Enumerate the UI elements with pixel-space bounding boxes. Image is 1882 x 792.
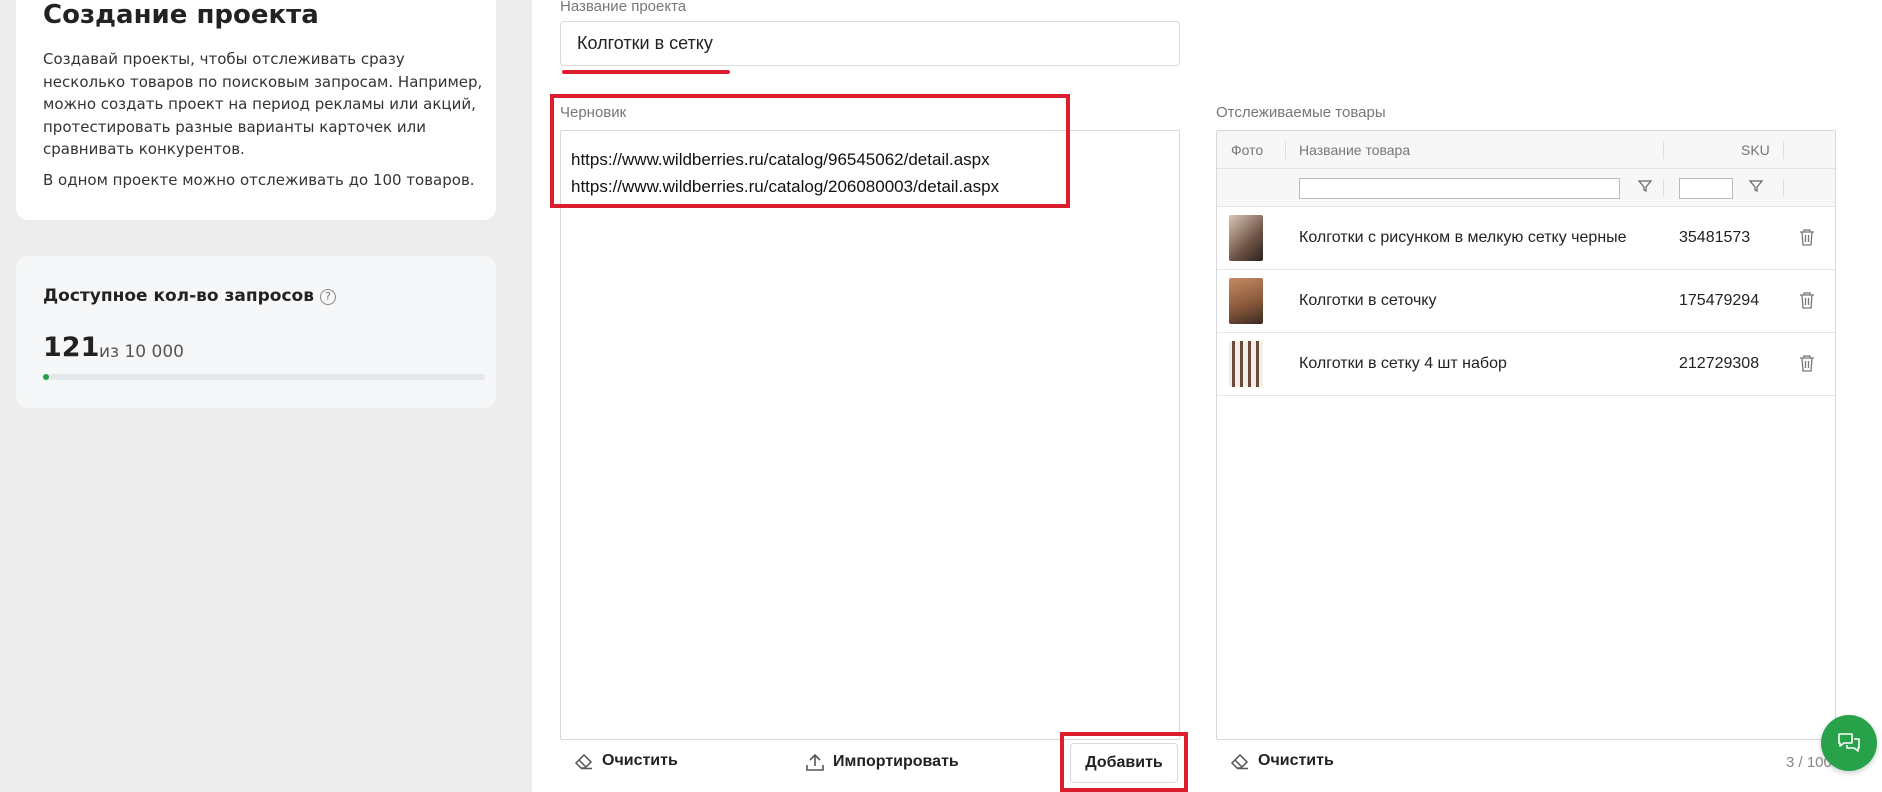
chat-icon bbox=[1838, 733, 1860, 752]
info-description: Создавай проекты, чтобы отслеживать сраз… bbox=[43, 50, 483, 158]
chat-button[interactable] bbox=[1821, 715, 1877, 771]
quota-title-text: Доступное кол-во запросов bbox=[43, 286, 314, 306]
filter-icon[interactable] bbox=[1638, 179, 1652, 193]
product-photo bbox=[1229, 278, 1263, 324]
table-row[interactable]: Колготки в сетку 4 шт набор 212729308 bbox=[1217, 333, 1835, 396]
upload-icon bbox=[806, 753, 824, 771]
eraser-icon bbox=[574, 753, 593, 770]
quota-progress-fill bbox=[43, 374, 49, 380]
col-name[interactable]: Название товара bbox=[1299, 142, 1410, 158]
tracked-clear-button[interactable]: Очистить bbox=[1230, 752, 1334, 770]
trash-icon[interactable] bbox=[1799, 291, 1815, 309]
filter-icon[interactable] bbox=[1749, 179, 1763, 193]
product-sku: 212729308 bbox=[1679, 355, 1760, 372]
project-name-input[interactable] bbox=[560, 21, 1180, 66]
name-filter-input[interactable] bbox=[1299, 178, 1620, 199]
project-name-label: Название проекта bbox=[560, 0, 687, 15]
info-card: Создание проекта Создавай проекты, чтобы… bbox=[16, 0, 496, 220]
product-name: Колготки с рисунком в мелкую сетку черны… bbox=[1299, 229, 1627, 246]
eraser-icon bbox=[1230, 753, 1249, 770]
draft-clear-button[interactable]: Очистить bbox=[574, 752, 678, 770]
sku-filter-input[interactable] bbox=[1679, 178, 1733, 199]
product-sku: 35481573 bbox=[1679, 229, 1751, 246]
product-photo bbox=[1229, 341, 1263, 387]
quota-used: 121 bbox=[43, 332, 100, 363]
table-header: Фото Название товара SKU bbox=[1217, 131, 1835, 169]
annotation-highlight-box bbox=[550, 94, 1070, 208]
col-sku[interactable]: SKU bbox=[1741, 142, 1770, 158]
table-row[interactable]: Колготки в сеточку 175479294 bbox=[1217, 270, 1835, 333]
annotation-highlight-box bbox=[1060, 732, 1188, 792]
import-button[interactable]: Импортировать bbox=[805, 752, 959, 772]
page-title: Создание проекта bbox=[43, 0, 319, 30]
filter-row bbox=[1217, 169, 1835, 207]
limit-note: В одном проекте можно отслеживать до 100… bbox=[43, 171, 475, 189]
draft-textarea[interactable]: https://www.wildberries.ru/catalog/96545… bbox=[560, 130, 1180, 740]
quota-progress-bar bbox=[43, 374, 485, 380]
product-name: Колготки в сеточку bbox=[1299, 292, 1437, 309]
quota-card: Доступное кол-во запросов? 121 из 10 000 bbox=[16, 256, 496, 408]
help-icon[interactable]: ? bbox=[320, 289, 336, 305]
quota-title: Доступное кол-во запросов? bbox=[43, 286, 336, 306]
import-label: Импортировать bbox=[833, 753, 959, 770]
annotation-underline bbox=[562, 70, 730, 74]
tracked-table: Фото Название товара SKU Колготки с рису… bbox=[1216, 130, 1836, 740]
tracked-clear-label: Очистить bbox=[1258, 752, 1334, 769]
product-name: Колготки в сетку 4 шт набор bbox=[1299, 355, 1507, 372]
trash-icon[interactable] bbox=[1799, 228, 1815, 246]
product-sku: 175479294 bbox=[1679, 292, 1760, 309]
col-photo[interactable]: Фото bbox=[1231, 142, 1263, 158]
product-photo bbox=[1229, 215, 1263, 261]
quota-total: из 10 000 bbox=[99, 342, 184, 362]
draft-clear-label: Очистить bbox=[602, 752, 678, 769]
table-row[interactable]: Колготки с рисунком в мелкую сетку черны… bbox=[1217, 207, 1835, 270]
tracked-label: Отслеживаемые товары bbox=[1216, 104, 1386, 121]
trash-icon[interactable] bbox=[1799, 354, 1815, 372]
